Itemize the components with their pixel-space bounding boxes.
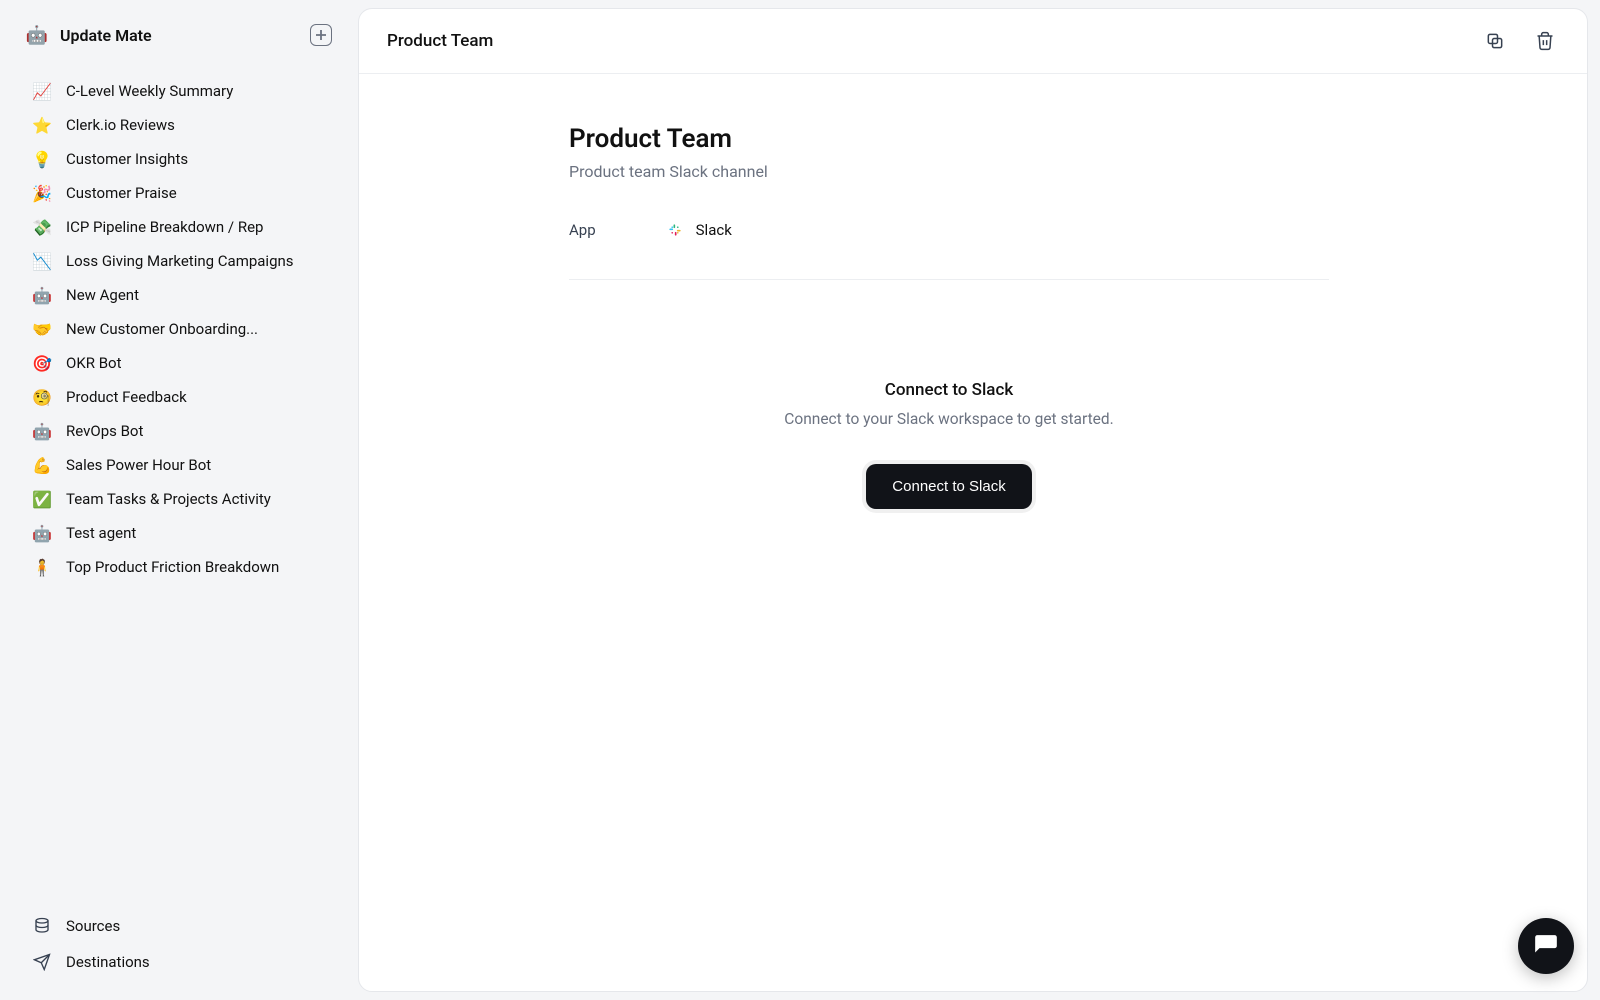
page-title: Product Team: [387, 31, 493, 51]
sidebar: 🤖 Update Mate 📈 C-Level Weekly Summary ⭐ Cl…: [0, 0, 358, 1000]
header-actions: [1481, 27, 1559, 55]
sidebar-item-icon: 📉: [32, 251, 52, 271]
sidebar-item-label: OKR Bot: [66, 354, 122, 372]
card-header: Product Team: [359, 9, 1587, 74]
chat-icon: [1533, 933, 1559, 959]
connect-title: Connect to Slack: [569, 380, 1329, 400]
database-icon: [32, 916, 52, 936]
sidebar-item-label: Team Tasks & Projects Activity: [66, 490, 271, 508]
sidebar-item-icon: 🤖: [32, 523, 52, 543]
sidebar-item-icon: 🧍: [32, 557, 52, 577]
brand-title: Update Mate: [60, 26, 152, 45]
sidebar-item[interactable]: 🤝 New Customer Onboarding...: [26, 312, 340, 346]
sidebar-item-label: RevOps Bot: [66, 422, 143, 440]
sidebar-item-label: Clerk.io Reviews: [66, 116, 175, 134]
slack-icon: [666, 221, 684, 239]
sidebar-item-label: Customer Insights: [66, 150, 188, 168]
trash-icon: [1535, 31, 1555, 51]
sidebar-item[interactable]: 📈 C-Level Weekly Summary: [26, 74, 340, 108]
sidebar-item-label: New Agent: [66, 286, 139, 304]
sources-link[interactable]: Sources: [26, 908, 340, 944]
sidebar-item[interactable]: 🤖 RevOps Bot: [26, 414, 340, 448]
sidebar-item-icon: 🎯: [32, 353, 52, 373]
sidebar-item-label: Test agent: [66, 524, 136, 542]
sidebar-item[interactable]: 🤖 Test agent: [26, 516, 340, 550]
sidebar-item-label: C-Level Weekly Summary: [66, 82, 233, 100]
connect-block: Connect to Slack Connect to your Slack w…: [569, 380, 1329, 509]
connect-to-slack-button[interactable]: Connect to Slack: [866, 464, 1031, 509]
delete-button[interactable]: [1531, 27, 1559, 55]
destinations-label: Destinations: [66, 953, 150, 971]
plus-icon: [315, 29, 327, 41]
sidebar-footer: Sources Destinations: [26, 888, 340, 980]
sidebar-item[interactable]: 🧐 Product Feedback: [26, 380, 340, 414]
copy-icon: [1485, 31, 1505, 51]
meta-row: App: [569, 221, 1329, 280]
sidebar-item[interactable]: 📉 Loss Giving Marketing Campaigns: [26, 244, 340, 278]
meta-value-text: Slack: [696, 221, 732, 239]
sidebar-item[interactable]: 💸 ICP Pipeline Breakdown / Rep: [26, 210, 340, 244]
detail-subtitle: Product team Slack channel: [569, 162, 1329, 181]
sidebar-item-icon: ⭐: [32, 115, 52, 135]
sidebar-item-label: Sales Power Hour Bot: [66, 456, 211, 474]
add-button[interactable]: [310, 24, 332, 46]
sidebar-item[interactable]: 🎉 Customer Praise: [26, 176, 340, 210]
sources-label: Sources: [66, 917, 120, 935]
chat-button[interactable]: [1518, 918, 1574, 974]
sidebar-item[interactable]: 💡 Customer Insights: [26, 142, 340, 176]
sidebar-item-icon: ✅: [32, 489, 52, 509]
sidebar-item-label: New Customer Onboarding...: [66, 320, 258, 338]
sidebar-item-label: Product Feedback: [66, 388, 187, 406]
sidebar-item-label: Loss Giving Marketing Campaigns: [66, 252, 294, 270]
meta-value: Slack: [666, 221, 732, 239]
sidebar-item-icon: 🎉: [32, 183, 52, 203]
sidebar-item[interactable]: 🤖 New Agent: [26, 278, 340, 312]
sidebar-item-icon: 🤖: [32, 285, 52, 305]
sidebar-item-icon: 💸: [32, 217, 52, 237]
sidebar-item-icon: 🧐: [32, 387, 52, 407]
sidebar-item-icon: 💡: [32, 149, 52, 169]
main-card: Product Team Product Team Product team S…: [358, 8, 1588, 992]
sidebar-item[interactable]: 🧍 Top Product Friction Breakdown: [26, 550, 340, 584]
sidebar-item-icon: 📈: [32, 81, 52, 101]
sidebar-item[interactable]: 💪 Sales Power Hour Bot: [26, 448, 340, 482]
card-body: Product Team Product team Slack channel …: [359, 74, 1587, 559]
robot-icon: 🤖: [26, 24, 48, 46]
sidebar-item-icon: 🤝: [32, 319, 52, 339]
destinations-link[interactable]: Destinations: [26, 944, 340, 980]
sidebar-item[interactable]: 🎯 OKR Bot: [26, 346, 340, 380]
sidebar-item-icon: 🤖: [32, 421, 52, 441]
brand[interactable]: 🤖 Update Mate: [26, 24, 152, 46]
connect-subtitle: Connect to your Slack workspace to get s…: [569, 410, 1329, 428]
agent-list: 📈 C-Level Weekly Summary ⭐ Clerk.io Reviews…: [26, 74, 340, 888]
sidebar-header: 🤖 Update Mate: [26, 24, 340, 46]
detail-block: Product Team Product team Slack channel …: [569, 124, 1329, 509]
detail-title: Product Team: [569, 124, 1329, 154]
sidebar-item-label: ICP Pipeline Breakdown / Rep: [66, 218, 263, 236]
send-icon: [32, 952, 52, 972]
sidebar-item-icon: 💪: [32, 455, 52, 475]
main-area: Product Team Product Team Product team S…: [358, 0, 1600, 1000]
sidebar-item-label: Customer Praise: [66, 184, 177, 202]
sidebar-item[interactable]: ⭐ Clerk.io Reviews: [26, 108, 340, 142]
duplicate-button[interactable]: [1481, 27, 1509, 55]
meta-label: App: [569, 221, 596, 239]
sidebar-item[interactable]: ✅ Team Tasks & Projects Activity: [26, 482, 340, 516]
sidebar-item-label: Top Product Friction Breakdown: [66, 558, 279, 576]
